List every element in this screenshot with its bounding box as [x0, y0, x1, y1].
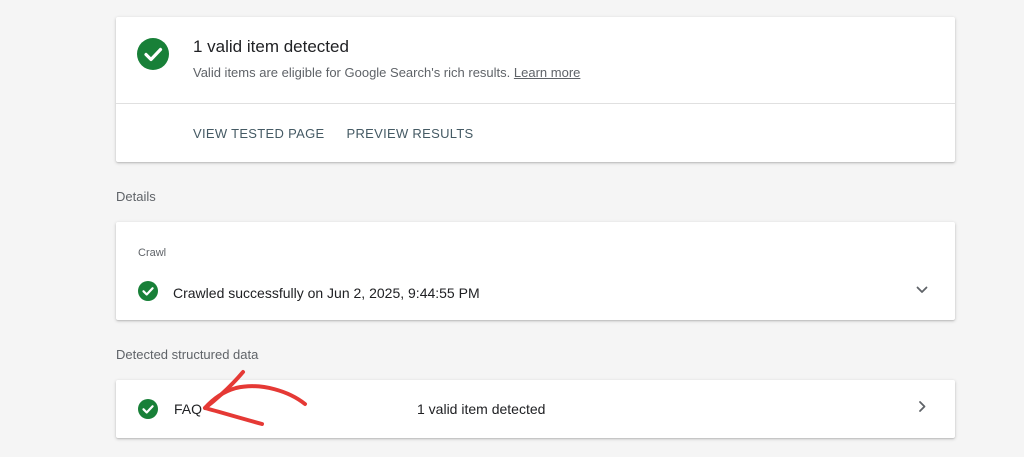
structured-data-item-faq[interactable]: FAQ 1 valid item detected — [116, 380, 955, 438]
check-circle-icon — [137, 38, 169, 75]
check-circle-icon — [138, 280, 158, 306]
structured-data-item-name: FAQ — [174, 401, 203, 417]
summary-actions: VIEW TESTED PAGE PREVIEW RESULTS — [193, 126, 474, 141]
details-section-label: Details — [116, 189, 156, 204]
preview-results-button[interactable]: PREVIEW RESULTS — [346, 126, 473, 141]
chevron-down-icon[interactable] — [915, 283, 929, 302]
structured-data-section-label: Detected structured data — [116, 347, 259, 362]
crawl-card: Crawl Crawled successfully on Jun 2, 202… — [116, 222, 955, 320]
view-tested-page-button[interactable]: VIEW TESTED PAGE — [193, 126, 324, 141]
crawl-label: Crawl — [138, 247, 167, 259]
crawl-row[interactable]: Crawled successfully on Jun 2, 2025, 9:4… — [138, 280, 933, 306]
check-circle-icon — [138, 399, 158, 424]
crawl-status-text: Crawled successfully on Jun 2, 2025, 9:4… — [173, 285, 480, 301]
summary-title: 1 valid item detected — [193, 37, 349, 56]
summary-subtitle-text: Valid items are eligible for Google Sear… — [193, 65, 511, 80]
chevron-right-icon[interactable] — [915, 400, 929, 419]
learn-more-link[interactable]: Learn more — [514, 65, 580, 80]
structured-data-item-status: 1 valid item detected — [417, 401, 546, 417]
divider — [116, 103, 955, 104]
summary-subtitle: Valid items are eligible for Google Sear… — [193, 65, 580, 80]
summary-card: 1 valid item detected Valid items are el… — [116, 17, 955, 162]
